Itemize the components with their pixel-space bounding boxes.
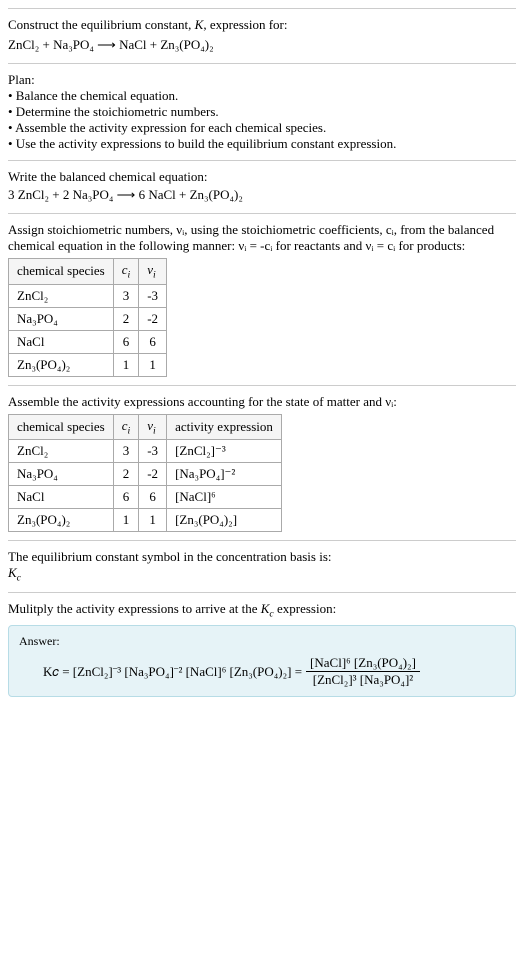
cell-ci: 3 [113, 440, 139, 463]
balanced-title: Write the balanced chemical equation: [8, 169, 516, 185]
table-row: ZnCl₂ 3 -3 [9, 284, 167, 307]
cell-activity: [NaCl]⁶ [167, 486, 282, 509]
cell-species: Zn₃(PO₄)₂ [9, 509, 114, 532]
table-row: NaCl 6 6 [NaCl]⁶ [9, 486, 282, 509]
prompt-text: Construct the equilibrium constant, K, e… [8, 17, 516, 33]
cell-vi: -2 [139, 307, 167, 330]
cell-species: Zn₃(PO₄)₂ [9, 353, 114, 376]
col-activity: activity expression [167, 414, 282, 440]
cell-species: Na₃PO₄ [9, 307, 114, 330]
cell-ci: 2 [113, 307, 139, 330]
activity-table: chemical species ci νi activity expressi… [8, 414, 282, 533]
cell-activity: [Na₃PO₄]⁻² [167, 463, 282, 486]
kc-symbol-line1: The equilibrium constant symbol in the c… [8, 549, 516, 565]
table-header-row: chemical species ci νi activity expressi… [9, 414, 282, 440]
cell-ci: 2 [113, 463, 139, 486]
cell-vi: 6 [139, 486, 167, 509]
cell-vi: 1 [139, 353, 167, 376]
plan-section: Plan: • Balance the chemical equation. •… [8, 63, 516, 160]
table-row: NaCl 6 6 [9, 330, 167, 353]
plan-title: Plan: [8, 72, 516, 88]
cell-vi: -3 [139, 440, 167, 463]
cell-species: NaCl [9, 330, 114, 353]
cell-ci: 6 [113, 330, 139, 353]
cell-ci: 1 [113, 353, 139, 376]
cell-ci: 3 [113, 284, 139, 307]
table-header-row: chemical species ci νi [9, 259, 167, 285]
cell-species: NaCl [9, 486, 114, 509]
fraction-numerator: [NaCl]⁶ [Zn₃(PO₄)₂] [306, 655, 420, 672]
header-section: Construct the equilibrium constant, K, e… [8, 8, 516, 63]
table-row: Zn₃(PO₄)₂ 1 1 [Zn₃(PO₄)₂] [9, 509, 282, 532]
answer-fraction: [NaCl]⁶ [Zn₃(PO₄)₂] [ZnCl₂]³ [Na₃PO₄]² [306, 655, 420, 688]
plan-bullet-2: • Determine the stoichiometric numbers. [8, 104, 516, 120]
col-species: chemical species [9, 414, 114, 440]
answer-lhs: K𝑐 = [ZnCl₂]⁻³ [Na₃PO₄]⁻² [NaCl]⁶ [Zn₃(P… [43, 664, 302, 680]
kc-symbol-section: The equilibrium constant symbol in the c… [8, 540, 516, 592]
balanced-equation: 3 ZnCl₂ + 2 Na₃PO₄ ⟶ 6 NaCl + Zn₃(PO₄)₂ [8, 187, 516, 203]
plan-bullet-4: • Use the activity expressions to build … [8, 136, 516, 152]
unbalanced-equation: ZnCl₂ + Na₃PO₄ ⟶ NaCl + Zn₃(PO₄)₂ [8, 37, 516, 53]
table-row: ZnCl₂ 3 -3 [ZnCl₂]⁻³ [9, 440, 282, 463]
cell-species: Na₃PO₄ [9, 463, 114, 486]
cell-ci: 6 [113, 486, 139, 509]
multiply-section: Mulitply the activity expressions to arr… [8, 592, 516, 706]
cell-vi: -3 [139, 284, 167, 307]
table-row: Na₃PO₄ 2 -2 [Na₃PO₄]⁻² [9, 463, 282, 486]
answer-equation: K𝑐 = [ZnCl₂]⁻³ [Na₃PO₄]⁻² [NaCl]⁶ [Zn₃(P… [19, 655, 505, 688]
col-species: chemical species [9, 259, 114, 285]
multiply-intro: Mulitply the activity expressions to arr… [8, 601, 516, 620]
fraction-denominator: [ZnCl₂]³ [Na₃PO₄]² [306, 672, 420, 688]
col-vi: νi [139, 259, 167, 285]
cell-activity: [Zn₃(PO₄)₂] [167, 509, 282, 532]
answer-box: Answer: K𝑐 = [ZnCl₂]⁻³ [Na₃PO₄]⁻² [NaCl]… [8, 625, 516, 697]
cell-vi: 6 [139, 330, 167, 353]
col-ci: ci [113, 414, 139, 440]
stoich-table: chemical species ci νi ZnCl₂ 3 -3 Na₃PO₄… [8, 258, 167, 377]
cell-species: ZnCl₂ [9, 440, 114, 463]
table-row: Zn₃(PO₄)₂ 1 1 [9, 353, 167, 376]
activity-section: Assemble the activity expressions accoun… [8, 385, 516, 541]
table-row: Na₃PO₄ 2 -2 [9, 307, 167, 330]
col-vi: νi [139, 414, 167, 440]
plan-bullet-3: • Assemble the activity expression for e… [8, 120, 516, 136]
stoich-section: Assign stoichiometric numbers, νᵢ, using… [8, 213, 516, 385]
kc-symbol-line2: Kc [8, 565, 516, 584]
cell-species: ZnCl₂ [9, 284, 114, 307]
plan-bullet-1: • Balance the chemical equation. [8, 88, 516, 104]
cell-vi: 1 [139, 509, 167, 532]
cell-vi: -2 [139, 463, 167, 486]
activity-intro: Assemble the activity expressions accoun… [8, 394, 516, 410]
cell-ci: 1 [113, 509, 139, 532]
col-ci: ci [113, 259, 139, 285]
balanced-section: Write the balanced chemical equation: 3 … [8, 160, 516, 213]
answer-label: Answer: [19, 634, 505, 649]
cell-activity: [ZnCl₂]⁻³ [167, 440, 282, 463]
stoich-intro: Assign stoichiometric numbers, νᵢ, using… [8, 222, 516, 254]
